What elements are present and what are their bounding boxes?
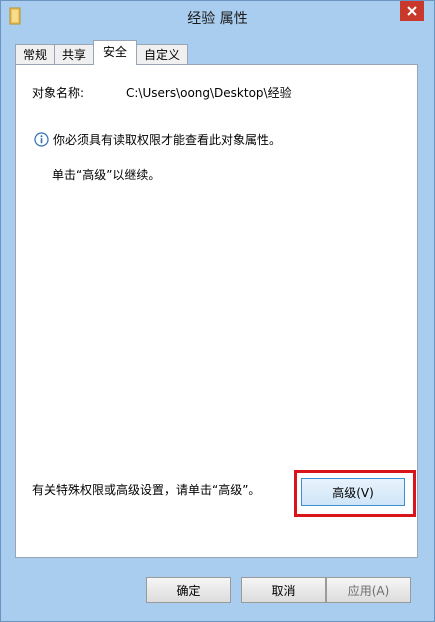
- special-permissions-message: 有关特殊权限或高级设置，请单击“高级”。: [32, 483, 261, 497]
- apply-button[interactable]: 应用(A): [326, 577, 411, 603]
- tab-sharing[interactable]: 共享: [54, 44, 95, 65]
- cancel-button[interactable]: 取消: [241, 577, 326, 603]
- continue-message: 单击“高级”以继续。: [52, 168, 161, 182]
- close-button[interactable]: [400, 1, 424, 21]
- advanced-button[interactable]: 高级(V): [301, 478, 405, 506]
- tab-customize[interactable]: 自定义: [136, 44, 189, 65]
- object-name-label: 对象名称:: [32, 86, 85, 100]
- info-message: 你必须具有读取权限才能查看此对象属性。: [53, 133, 282, 147]
- window-title: 经验 属性: [187, 11, 248, 27]
- info-message-row: 你必须具有读取权限才能查看此对象属性。: [34, 131, 281, 148]
- close-icon: [407, 6, 417, 16]
- title-bar[interactable]: 经验 属性: [1, 1, 434, 33]
- ok-button[interactable]: 确定: [146, 577, 231, 603]
- tab-strip: 常规 共享 安全 自定义: [15, 40, 189, 65]
- security-panel: 对象名称: C:\Users\oong\Desktop\经验 你必须具有读取权限…: [15, 64, 418, 558]
- properties-window: 经验 属性 常规 共享 安全 自定义 对象名称: C:\Users\oong\D…: [0, 0, 435, 622]
- info-icon: [34, 132, 49, 147]
- object-name-value: C:\Users\oong\Desktop\经验: [126, 86, 292, 100]
- tab-security[interactable]: 安全: [93, 40, 138, 65]
- tab-general[interactable]: 常规: [15, 44, 56, 65]
